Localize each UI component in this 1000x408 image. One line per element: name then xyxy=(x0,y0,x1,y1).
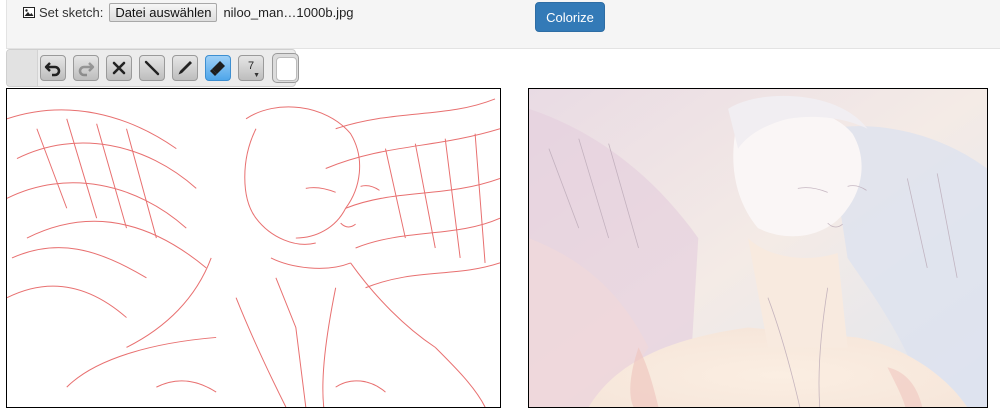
redo-button[interactable] xyxy=(73,55,99,81)
colorized-result-canvas xyxy=(528,88,988,408)
choose-file-button[interactable]: Datei auswählen xyxy=(109,2,218,22)
brush-size-value: 7 xyxy=(247,60,255,72)
redo-icon xyxy=(78,62,95,77)
undo-button[interactable] xyxy=(40,55,66,81)
sketch-canvas[interactable] xyxy=(6,88,501,408)
color-picker-button[interactable] xyxy=(272,53,299,83)
pencil-icon xyxy=(178,61,192,75)
close-icon xyxy=(112,61,126,75)
colorized-image xyxy=(529,89,987,407)
eraser-icon xyxy=(210,61,225,76)
line-icon xyxy=(144,60,160,76)
color-swatch-icon xyxy=(276,57,297,81)
set-sketch-label: Set sketch: xyxy=(39,4,104,20)
top-controls-bar: Set sketch: Datei auswählen niloo_man…10… xyxy=(6,0,1000,49)
colorize-button[interactable]: Colorize xyxy=(535,2,605,32)
eraser-tool-button[interactable] xyxy=(205,55,231,81)
toolbar-drag-handle[interactable] xyxy=(7,50,38,86)
image-icon xyxy=(23,6,35,18)
selected-file-name: niloo_man…1000b.jpg xyxy=(223,4,354,20)
chevron-down-icon: ▼ xyxy=(253,72,260,79)
brush-size-dropdown[interactable]: 7 ▼ xyxy=(238,55,264,81)
undo-icon xyxy=(44,62,61,77)
line-tool-button[interactable] xyxy=(139,55,165,81)
sketch-upload-row: Set sketch: Datei auswählen niloo_man…10… xyxy=(23,2,354,22)
drawing-toolbar: 7 ▼ xyxy=(6,49,299,87)
sketch-line-art xyxy=(7,98,500,407)
clear-button[interactable] xyxy=(106,55,132,81)
pencil-tool-button[interactable] xyxy=(172,55,198,81)
